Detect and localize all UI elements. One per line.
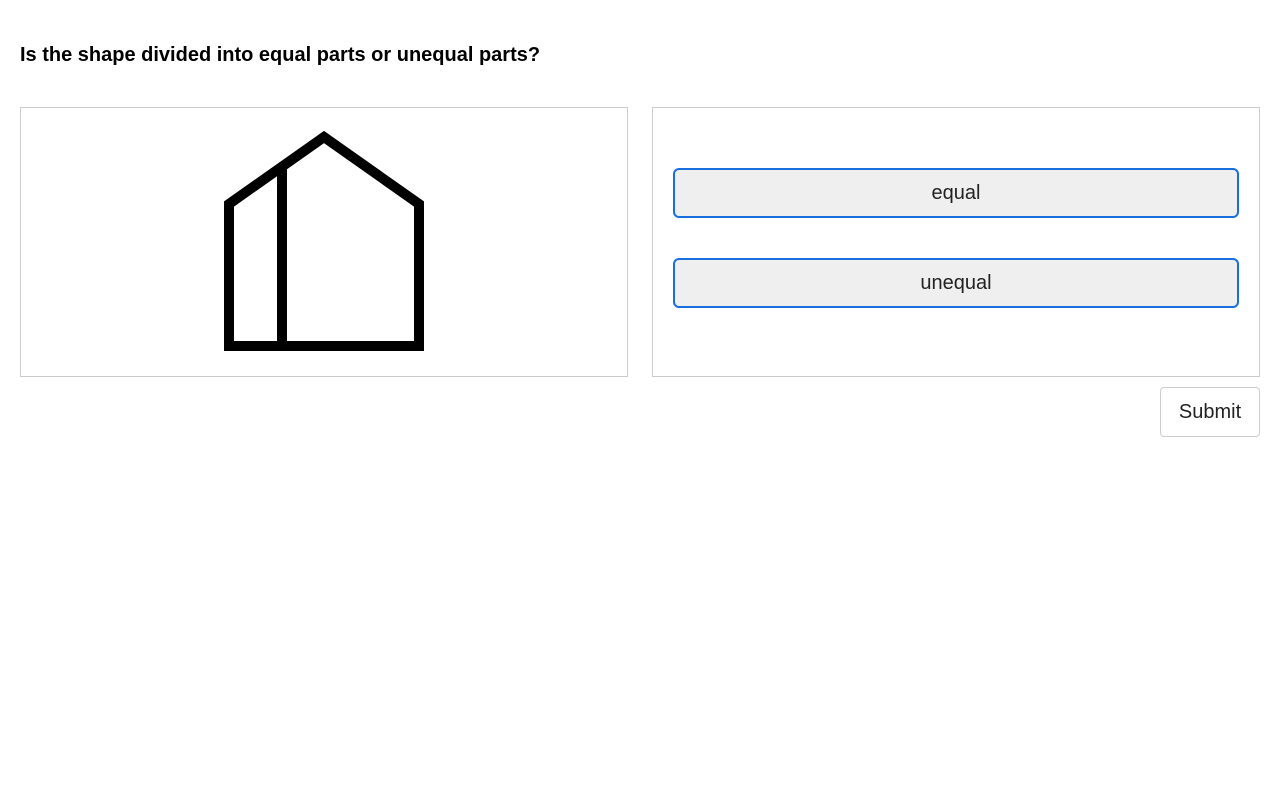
- pentagon-outline: [224, 130, 424, 351]
- divided-pentagon-shape: [224, 130, 424, 351]
- shape-panel: [20, 107, 628, 377]
- choice-equal-button[interactable]: equal: [673, 168, 1239, 218]
- question-text: Is the shape divided into equal parts or…: [20, 44, 541, 66]
- submit-button[interactable]: Submit: [1160, 387, 1260, 437]
- choice-unequal-button[interactable]: unequal: [673, 258, 1239, 308]
- answer-panel: equal unequal: [652, 107, 1260, 377]
